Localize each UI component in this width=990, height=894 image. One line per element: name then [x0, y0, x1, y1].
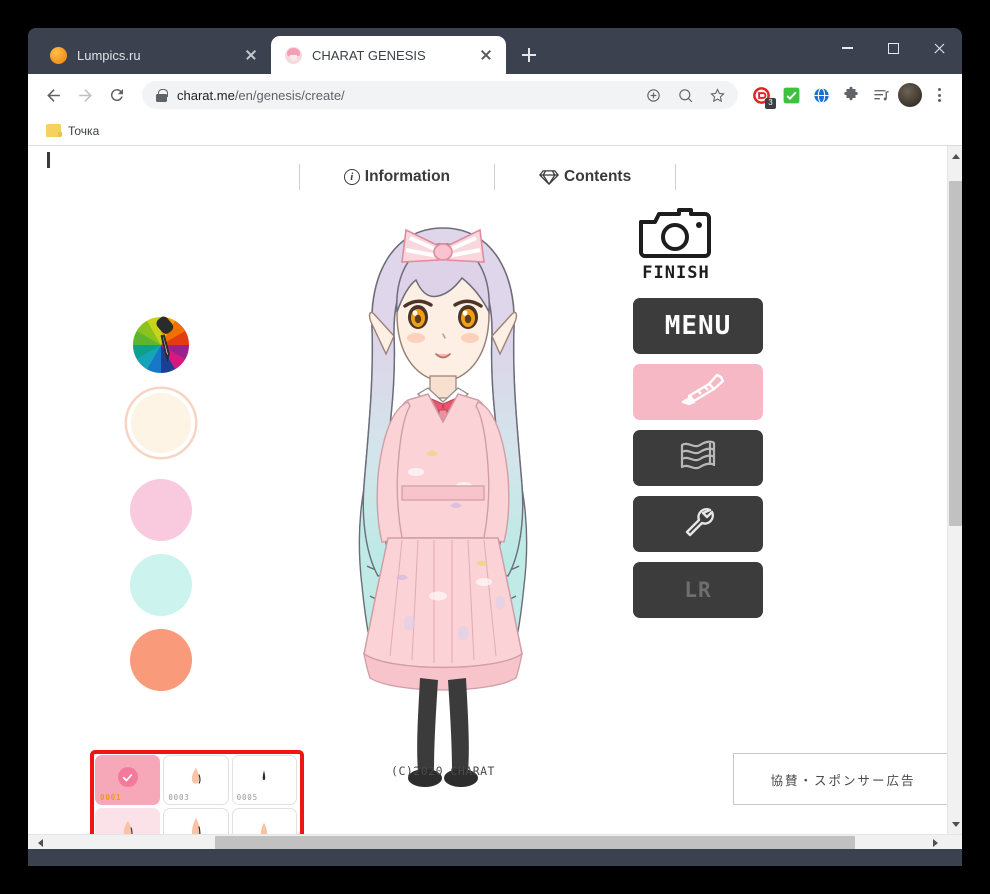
vertical-scroll-thumb[interactable]: [949, 181, 962, 526]
makeup-button[interactable]: [633, 364, 763, 420]
nose-icon: [188, 766, 204, 793]
scroll-left-icon[interactable]: [30, 835, 46, 849]
color-palette: [99, 311, 224, 691]
horizontal-scroll-thumb[interactable]: [215, 836, 855, 849]
close-window-button[interactable]: [916, 28, 962, 68]
tab-strip: Lumpics.ru CHARAT GENESIS: [28, 28, 962, 74]
bookmarks-bar: Точка: [28, 116, 962, 146]
window-controls: [824, 28, 962, 68]
globe-extension-icon[interactable]: [808, 82, 834, 108]
thumbnail-item[interactable]: 0001: [95, 755, 160, 805]
lr-label: LR: [684, 578, 711, 602]
address-bar[interactable]: charat.me/en/genesis/create/: [142, 81, 738, 109]
finish-button[interactable]: FINISH: [635, 206, 717, 284]
tab-lumpics[interactable]: Lumpics.ru: [36, 36, 271, 74]
cloth-flag-icon: [678, 439, 718, 478]
browser-window: Lumpics.ru CHARAT GENESIS charat.me/en/g…: [28, 28, 962, 866]
paint-tube-icon: [671, 373, 725, 412]
sponsor-ad[interactable]: 協賛・スポンサー広告: [733, 753, 947, 805]
bookmark-label: Точка: [68, 124, 99, 138]
scroll-right-icon[interactable]: [929, 835, 945, 849]
extension-icons: 3: [748, 82, 952, 108]
browser-toolbar: charat.me/en/genesis/create/ 3: [28, 74, 962, 116]
nose-icon: [259, 769, 269, 790]
scroll-up-icon[interactable]: [948, 148, 962, 164]
charat-app: i Information Contents: [28, 146, 947, 834]
adblock-badge: 3: [765, 98, 776, 109]
lr-button[interactable]: LR: [633, 562, 763, 618]
character-preview[interactable]: [298, 186, 588, 806]
lock-icon: [156, 89, 167, 102]
bookmark-tochka[interactable]: Точка: [40, 121, 105, 141]
color-wheel-eyedropper-icon[interactable]: [127, 311, 195, 379]
tab-charat-genesis[interactable]: CHARAT GENESIS: [271, 36, 506, 74]
thumbnail-item[interactable]: 0005: [232, 755, 297, 805]
swatch-pink[interactable]: [130, 479, 192, 541]
puzzle-extensions-icon[interactable]: [838, 82, 864, 108]
header-label: Information: [365, 168, 450, 186]
thumbnail-item[interactable]: 0002: [95, 808, 160, 834]
new-tab-button[interactable]: [514, 40, 544, 70]
selected-color-swatch[interactable]: [127, 389, 195, 457]
thumbnail-item[interactable]: 0004: [163, 808, 228, 834]
orange-circle-icon: [50, 47, 67, 64]
tab-title: CHARAT GENESIS: [312, 48, 476, 63]
thumbnail-item[interactable]: 0006: [232, 808, 297, 834]
zoom-out-icon[interactable]: [670, 80, 700, 110]
menu-label: MENU: [665, 311, 732, 341]
close-icon[interactable]: [241, 45, 261, 65]
adblock-icon[interactable]: 3: [748, 82, 774, 108]
nose-icon: [120, 819, 136, 834]
scroll-down-icon[interactable]: [948, 816, 962, 832]
gem-icon: [539, 169, 559, 186]
reload-icon[interactable]: [102, 80, 132, 110]
avatar[interactable]: [898, 83, 922, 107]
maximize-button[interactable]: [870, 28, 916, 68]
charat-girl-icon: [285, 47, 302, 64]
folder-icon: [46, 124, 61, 137]
finish-label: FINISH: [642, 263, 709, 283]
check-icon: [118, 767, 138, 787]
nose-icon: [257, 821, 271, 834]
url-text: charat.me/en/genesis/create/: [177, 88, 638, 103]
info-circle-icon: i: [344, 169, 360, 185]
thumbnail-id: 0001: [100, 793, 121, 802]
clothes-button[interactable]: [633, 430, 763, 486]
checkmark-extension-icon[interactable]: [778, 82, 804, 108]
swatch-salmon[interactable]: [130, 629, 192, 691]
copyright-text: (C)2020 CHARAT: [298, 764, 588, 778]
bookmark-star-icon[interactable]: [702, 80, 732, 110]
forward-arrow-icon[interactable]: [70, 80, 100, 110]
nose-icon: [187, 816, 205, 834]
thumbnail-id: 0005: [237, 793, 258, 802]
minimize-button[interactable]: [824, 28, 870, 68]
zoom-in-icon[interactable]: [638, 80, 668, 110]
thumbnail-grid: 0001 0003 0005: [91, 751, 301, 834]
thumbnail-item[interactable]: 0003: [163, 755, 228, 805]
page-viewport: i Information Contents: [28, 146, 962, 849]
close-icon[interactable]: [476, 45, 496, 65]
wrench-icon: [680, 504, 716, 545]
vertical-scrollbar[interactable]: [947, 146, 962, 834]
menu-button[interactable]: MENU: [633, 298, 763, 354]
swatch-mint[interactable]: [130, 554, 192, 616]
right-button-column: FINISH MENU: [633, 206, 763, 618]
tab-title: Lumpics.ru: [77, 48, 241, 63]
playlist-icon[interactable]: [868, 82, 894, 108]
thumbnail-id: 0003: [168, 793, 189, 802]
settings-button[interactable]: [633, 496, 763, 552]
ad-text: 協賛・スポンサー広告: [770, 770, 915, 789]
header-label: Contents: [564, 168, 631, 186]
back-arrow-icon[interactable]: [38, 80, 68, 110]
horizontal-scrollbar[interactable]: [28, 834, 962, 849]
kebab-menu-icon[interactable]: [926, 82, 952, 108]
